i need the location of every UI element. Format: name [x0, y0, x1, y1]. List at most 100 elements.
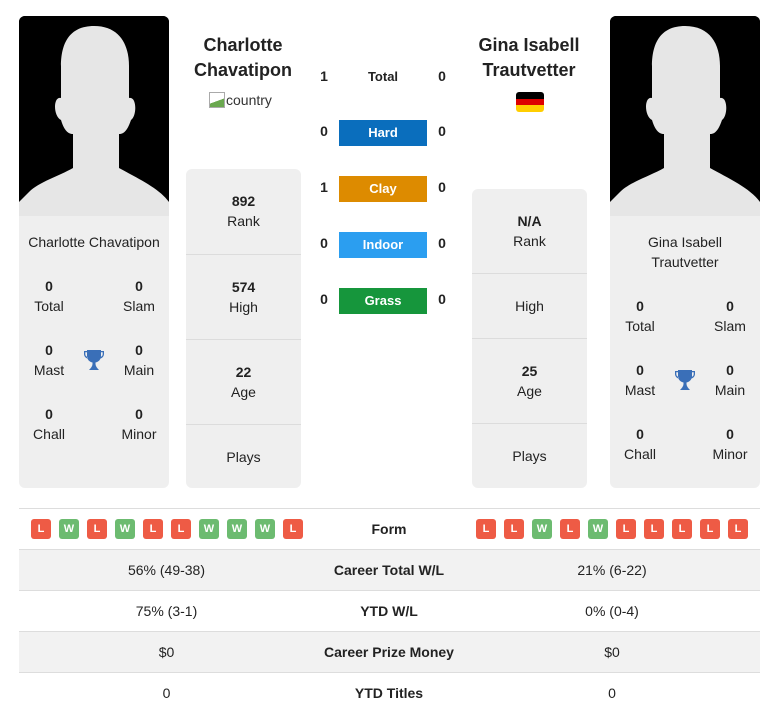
- h2h-indoor-p2: 0: [438, 235, 446, 251]
- form-label: Form: [371, 521, 407, 537]
- rank-label: Rank: [227, 213, 260, 229]
- career-wl-label: Career Total W/L: [333, 562, 445, 578]
- player2-career-wl: 21% (6-22): [577, 562, 647, 578]
- h2h-total-p2: 0: [438, 68, 446, 84]
- prize-money-label: Career Prize Money: [324, 644, 454, 660]
- age-label: Age: [517, 383, 542, 399]
- h2h-total-p1: 1: [320, 68, 328, 84]
- titles-main-label: Main: [123, 362, 155, 378]
- ytd-wl-label: YTD W/L: [360, 603, 418, 619]
- player1-full-name: Charlotte Chavatipon: [28, 234, 160, 250]
- player2-titles-chall: 0 Chall: [610, 424, 670, 464]
- form-badge-loss[interactable]: L: [143, 519, 163, 539]
- form-badge-loss[interactable]: L: [504, 519, 524, 539]
- form-badge-loss[interactable]: L: [700, 519, 720, 539]
- form-badge-win[interactable]: W: [199, 519, 219, 539]
- player1-career-wl: 56% (49-38): [127, 562, 206, 578]
- form-badge-loss[interactable]: L: [728, 519, 748, 539]
- h2h-total-label: Total: [367, 69, 399, 84]
- plays-label: Plays: [226, 449, 261, 465]
- broken-image-icon: [209, 92, 225, 108]
- player2-full-name-line1: Gina Isabell: [648, 234, 722, 250]
- player1-country-alt: country: [226, 92, 272, 108]
- form-badge-loss[interactable]: L: [644, 519, 664, 539]
- player2-name[interactable]: Gina Isabell Trautvetter: [466, 33, 592, 83]
- player1-titles-mast: 0 Mast: [19, 340, 79, 380]
- player2-titles-minor: 0 Minor: [700, 424, 760, 464]
- high-label: High: [229, 299, 258, 315]
- titles-minor-label: Minor: [712, 446, 748, 462]
- form-badge-loss[interactable]: L: [616, 519, 636, 539]
- table-row-ytd-wl: 75% (3-1) YTD W/L 0% (0-4): [19, 590, 760, 631]
- player1-titles-total: 0 Total: [19, 276, 79, 316]
- h2h-clay-p2: 0: [438, 179, 446, 195]
- titles-mast-value: 0: [636, 362, 644, 378]
- h2h-clay-p1: 1: [320, 179, 328, 195]
- titles-slam-value: 0: [726, 298, 734, 314]
- titles-minor-label: Minor: [121, 426, 157, 442]
- form-badge-win[interactable]: W: [255, 519, 275, 539]
- form-badge-loss[interactable]: L: [283, 519, 303, 539]
- player1-card: Charlotte Chavatipon 0 Total 0 Slam 0 Ma…: [19, 16, 169, 488]
- player2-titles-slam: 0 Slam: [700, 296, 760, 336]
- player1-titles-chall: 0 Chall: [19, 404, 79, 444]
- table-row-form: LWLWLLWWWL Form LLWLWLLLLL: [19, 508, 760, 549]
- avatar-silhouette-icon: [610, 16, 760, 216]
- surface-indoor[interactable]: Indoor: [339, 232, 427, 258]
- form-badge-loss[interactable]: L: [87, 519, 107, 539]
- age-label: Age: [231, 384, 256, 400]
- player2-name-line2: Trautvetter: [482, 60, 576, 80]
- player1-titles-minor: 0 Minor: [109, 404, 169, 444]
- h2h-indoor-p1: 0: [320, 235, 328, 251]
- form-badge-win[interactable]: W: [588, 519, 608, 539]
- form-badge-loss[interactable]: L: [560, 519, 580, 539]
- player1-ytd-wl: 75% (3-1): [135, 603, 198, 619]
- form-badge-loss[interactable]: L: [31, 519, 51, 539]
- titles-chall-label: Chall: [33, 426, 65, 442]
- player1-prize-money: $0: [158, 644, 175, 660]
- high-value: 574: [231, 279, 256, 295]
- form-badge-win[interactable]: W: [115, 519, 135, 539]
- player1-titles-slam: 0 Slam: [109, 276, 169, 316]
- player2-prize-money: $0: [604, 644, 620, 660]
- titles-total-label: Total: [34, 298, 64, 314]
- h2h-grass-p1: 0: [320, 291, 328, 307]
- avatar-silhouette-icon: [19, 16, 169, 216]
- player1-country-flag: country: [209, 92, 272, 108]
- player1-name-line2: Chavatipon: [193, 60, 292, 80]
- titles-minor-value: 0: [135, 406, 143, 422]
- player1-name[interactable]: Charlotte Chavatipon: [180, 33, 306, 83]
- titles-main-label: Main: [714, 382, 746, 398]
- rank-value: N/A: [517, 213, 542, 229]
- player2-ytd-titles: 0: [608, 685, 616, 701]
- player1-rank: 892 Rank: [186, 169, 301, 254]
- surface-grass[interactable]: Grass: [339, 288, 427, 314]
- player2-age: 25 Age: [472, 338, 587, 423]
- table-row-prize-money: $0 Career Prize Money $0: [19, 631, 760, 672]
- titles-mast-label: Mast: [624, 382, 656, 398]
- form-badge-loss[interactable]: L: [476, 519, 496, 539]
- form-badge-win[interactable]: W: [59, 519, 79, 539]
- player2-ytd-wl: 0% (0-4): [585, 603, 639, 619]
- h2h-grass-p2: 0: [438, 291, 446, 307]
- form-badge-loss[interactable]: L: [171, 519, 191, 539]
- player2-name-line1: Gina Isabell: [478, 35, 580, 55]
- table-row-ytd-titles: 0 YTD Titles 0: [19, 672, 760, 713]
- player1-form: LWLWLLWWWL: [31, 519, 303, 539]
- form-badge-loss[interactable]: L: [672, 519, 692, 539]
- player1-high: 574 High: [186, 254, 301, 339]
- titles-chall-label: Chall: [624, 446, 656, 462]
- ytd-titles-label: YTD Titles: [354, 685, 424, 701]
- surface-hard[interactable]: Hard: [339, 120, 427, 146]
- titles-main-value: 0: [135, 342, 143, 358]
- titles-slam-label: Slam: [123, 298, 155, 314]
- form-badge-win[interactable]: W: [532, 519, 552, 539]
- player2-full-name: Gina Isabell Trautvetter: [610, 232, 760, 272]
- player1-stats-card: 892 Rank 574 High 22 Age Plays: [186, 169, 301, 488]
- player1-plays: Plays: [186, 424, 301, 488]
- titles-minor-value: 0: [726, 426, 734, 442]
- form-badge-win[interactable]: W: [227, 519, 247, 539]
- player2-plays: Plays: [472, 423, 587, 488]
- surface-clay[interactable]: Clay: [339, 176, 427, 202]
- high-label: High: [515, 298, 544, 314]
